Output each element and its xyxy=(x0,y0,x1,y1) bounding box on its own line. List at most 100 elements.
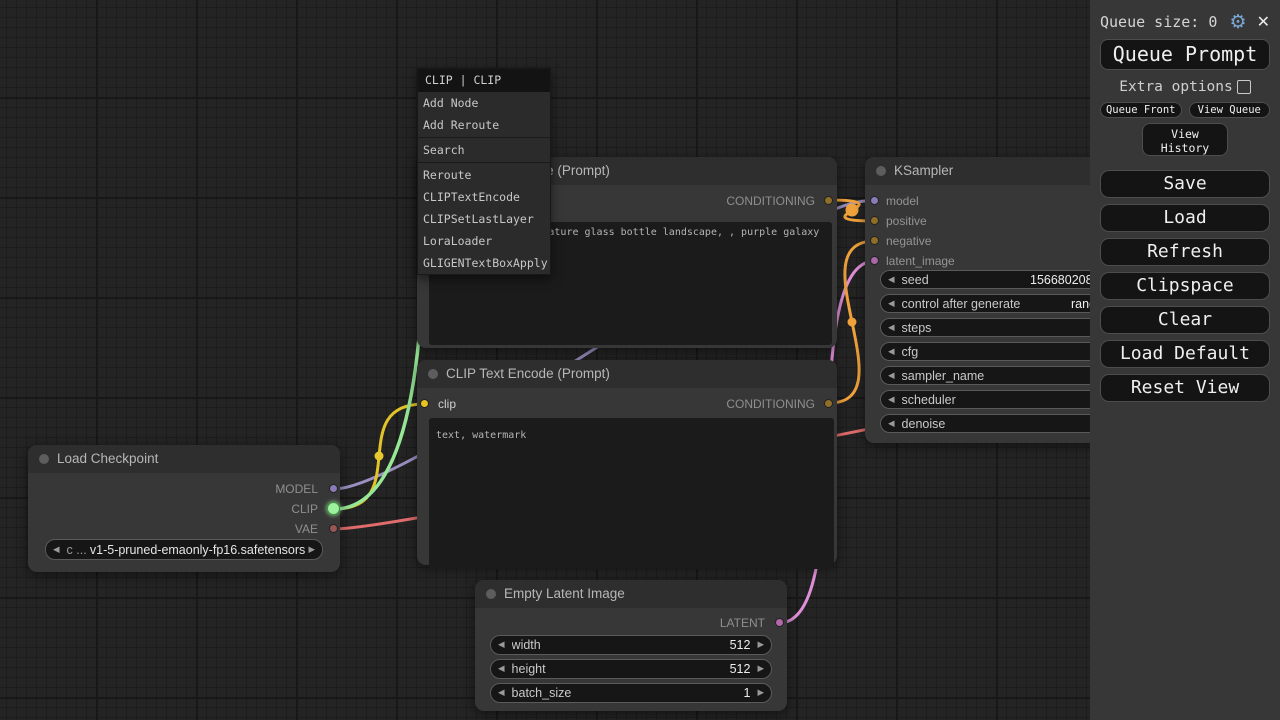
menu-item-search[interactable]: Search xyxy=(418,139,550,161)
context-menu: CLIP | CLIP Add Node Add Reroute Search … xyxy=(417,68,551,275)
link-midpoint-dot-clip[interactable] xyxy=(375,452,384,461)
load-default-button[interactable]: Load Default xyxy=(1100,340,1270,368)
widget-label: c ... xyxy=(67,543,87,557)
load-button[interactable]: Load xyxy=(1100,204,1270,232)
link-midpoint-dot-positive[interactable] xyxy=(846,204,859,217)
output-port-vae[interactable] xyxy=(329,524,338,533)
decrement-arrow-icon[interactable]: ◀ xyxy=(888,299,895,309)
widget-value: v1-5-pruned-emaonly-fp16.safetensors xyxy=(87,543,309,557)
gear-icon[interactable]: ⚙ xyxy=(1230,12,1247,32)
comfyui-menu-panel: Queue size: 0 ⚙ ✕ Queue Prompt Extra opt… xyxy=(1090,0,1280,720)
view-queue-button[interactable]: View Queue xyxy=(1189,102,1271,118)
output-label-latent: LATENT xyxy=(475,614,765,632)
extra-options-label: Extra options xyxy=(1119,79,1233,95)
node-title[interactable]: Empty Latent Image xyxy=(475,580,787,608)
input-port-clip[interactable] xyxy=(420,399,429,408)
input-label-positive: positive xyxy=(886,212,927,230)
node-empty-latent-image[interactable]: Empty Latent Image LATENT ◀ width 512 ▶ … xyxy=(475,580,787,711)
menu-separator xyxy=(418,162,550,163)
decrement-arrow-icon[interactable]: ◀ xyxy=(498,688,505,698)
input-port-latent-image[interactable] xyxy=(870,256,879,265)
input-port-model[interactable] xyxy=(870,196,879,205)
node-clip-text-encode-negative[interactable]: CLIP Text Encode (Prompt) clip CONDITION… xyxy=(417,360,837,565)
node-title[interactable]: Load Checkpoint xyxy=(28,445,340,473)
node-status-dot[interactable] xyxy=(486,589,496,599)
widget-label: denoise xyxy=(902,417,946,431)
input-port-positive[interactable] xyxy=(870,216,879,225)
queue-prompt-button[interactable]: Queue Prompt xyxy=(1100,39,1270,70)
decrement-arrow-icon[interactable]: ◀ xyxy=(888,275,895,285)
output-port-conditioning[interactable] xyxy=(824,399,833,408)
output-label-vae: VAE xyxy=(28,520,318,538)
prompt-textarea[interactable]: text, watermark xyxy=(429,418,834,569)
output-port-clip-highlighted[interactable] xyxy=(327,502,340,515)
input-label-negative: negative xyxy=(886,232,931,250)
input-label-latent-image: latent_image xyxy=(886,252,955,270)
output-port-model[interactable] xyxy=(329,484,338,493)
input-label-model: model xyxy=(886,192,919,210)
view-history-line1: View xyxy=(1143,127,1227,141)
widget-value: 512 xyxy=(730,662,751,676)
clipspace-button[interactable]: Clipspace xyxy=(1100,272,1270,300)
decrement-arrow-icon[interactable]: ◀ xyxy=(888,419,895,429)
link-midpoint-dot-negative[interactable] xyxy=(848,318,857,327)
increment-arrow-icon[interactable]: ▶ xyxy=(757,640,764,650)
reset-view-button[interactable]: Reset View xyxy=(1100,374,1270,402)
decrement-arrow-icon[interactable]: ◀ xyxy=(498,640,505,650)
decrement-arrow-icon[interactable]: ◀ xyxy=(888,347,895,357)
widget-label: steps xyxy=(902,321,932,335)
menu-item-loraloader[interactable]: LoraLoader xyxy=(418,230,550,252)
widget-height[interactable]: ◀ height 512 ▶ xyxy=(490,659,772,679)
widget-ckpt-name[interactable]: ◀ c ... v1-5-pruned-emaonly-fp16.safeten… xyxy=(45,539,323,560)
widget-width[interactable]: ◀ width 512 ▶ xyxy=(490,635,772,655)
widget-label: height xyxy=(512,662,546,676)
save-button[interactable]: Save xyxy=(1100,170,1270,198)
increment-arrow-icon[interactable]: ▶ xyxy=(757,664,764,674)
output-port-latent[interactable] xyxy=(775,618,784,627)
decrement-arrow-icon[interactable]: ◀ xyxy=(888,395,895,405)
widget-batch-size[interactable]: ◀ batch_size 1 ▶ xyxy=(490,683,772,703)
clear-button[interactable]: Clear xyxy=(1100,306,1270,334)
queue-size-label: Queue size: 0 xyxy=(1100,13,1230,31)
widget-label: control after generate xyxy=(902,297,1021,311)
widget-value: 1 xyxy=(744,686,751,700)
menu-item-gligentextboxapply[interactable]: GLIGENTextBoxApply xyxy=(418,252,550,274)
output-port-conditioning[interactable] xyxy=(824,196,833,205)
output-label-clip: CLIP xyxy=(28,500,318,518)
menu-item-add-reroute[interactable]: Add Reroute xyxy=(418,114,550,136)
widget-label: cfg xyxy=(902,345,919,359)
close-icon[interactable]: ✕ xyxy=(1257,12,1270,32)
menu-separator xyxy=(418,137,550,138)
increment-arrow-icon[interactable]: ▶ xyxy=(757,688,764,698)
menu-item-clipsetlastlayer[interactable]: CLIPSetLastLayer xyxy=(418,208,550,230)
view-history-line2: History xyxy=(1143,141,1227,155)
output-label-conditioning: CONDITIONING xyxy=(417,395,815,413)
menu-item-cliptextencode[interactable]: CLIPTextEncode xyxy=(418,186,550,208)
decrement-arrow-icon[interactable]: ◀ xyxy=(888,323,895,333)
decrement-arrow-icon[interactable]: ◀ xyxy=(53,545,60,555)
node-title[interactable]: CLIP Text Encode (Prompt) xyxy=(417,360,837,388)
input-port-negative[interactable] xyxy=(870,236,879,245)
widget-value: 512 xyxy=(730,638,751,652)
refresh-button[interactable]: Refresh xyxy=(1100,238,1270,266)
output-label-model: MODEL xyxy=(28,480,318,498)
node-status-dot[interactable] xyxy=(39,454,49,464)
widget-label: width xyxy=(512,638,541,652)
comfyui-window: CLIP Text Encode (Prompt) clip CONDITION… xyxy=(0,0,1280,720)
widget-label: scheduler xyxy=(902,393,956,407)
widget-label: seed xyxy=(902,273,929,287)
node-status-dot[interactable] xyxy=(428,369,438,379)
decrement-arrow-icon[interactable]: ◀ xyxy=(888,371,895,381)
node-status-dot[interactable] xyxy=(876,166,886,176)
extra-options-checkbox[interactable] xyxy=(1237,80,1251,94)
context-menu-title: CLIP | CLIP xyxy=(418,69,550,92)
node-load-checkpoint[interactable]: Load Checkpoint MODEL CLIP VAE ◀ c ... v… xyxy=(28,445,340,572)
decrement-arrow-icon[interactable]: ◀ xyxy=(498,664,505,674)
widget-label: batch_size xyxy=(512,686,572,700)
menu-item-reroute[interactable]: Reroute xyxy=(418,164,550,186)
widget-label: sampler_name xyxy=(902,369,985,383)
menu-item-add-node[interactable]: Add Node xyxy=(418,92,550,114)
increment-arrow-icon[interactable]: ▶ xyxy=(308,545,315,555)
queue-front-button[interactable]: Queue Front xyxy=(1100,102,1182,118)
view-history-button[interactable]: View History xyxy=(1142,123,1228,156)
